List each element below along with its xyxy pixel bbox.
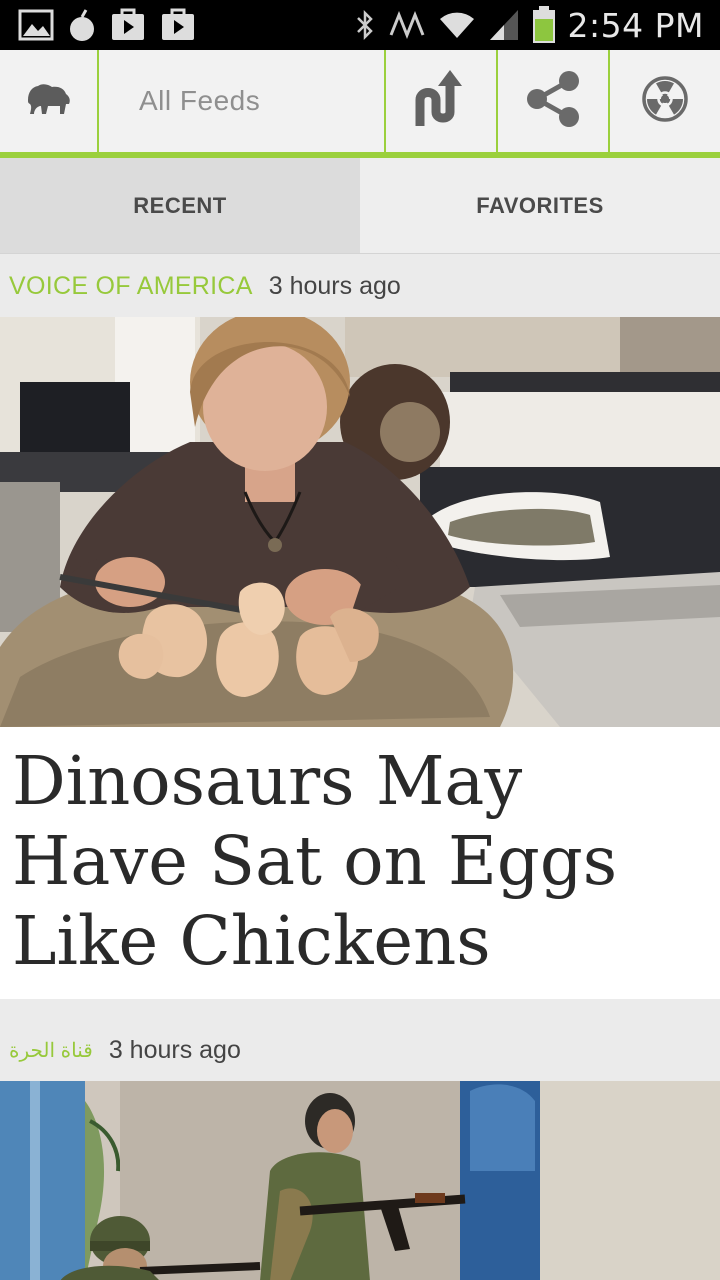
action-bar: All Feeds <box>0 50 720 159</box>
article-image[interactable] <box>0 317 720 727</box>
article-card[interactable]: قناة الحرة 3 hours ago <box>0 1019 720 1280</box>
article-time: 3 hours ago <box>108 1035 241 1064</box>
article-source[interactable]: VOICE OF AMERICA <box>9 272 253 301</box>
signal-icon <box>488 8 520 42</box>
article-feed: VOICE OF AMERICA 3 hours ago Dinosaurs M… <box>0 255 720 1280</box>
article-source[interactable]: قناة الحرة <box>9 1038 93 1063</box>
bomb-notification-icon <box>68 7 96 43</box>
radiation-icon <box>640 74 690 129</box>
play-store-notification-icon-2 <box>160 8 196 42</box>
trending-button[interactable] <box>386 50 498 152</box>
feed-selector[interactable]: All Feeds <box>99 50 386 152</box>
app-logo-button[interactable] <box>0 50 99 152</box>
article-card[interactable]: VOICE OF AMERICA 3 hours ago Dinosaurs M… <box>0 255 720 999</box>
article-meta: قناة الحرة 3 hours ago <box>0 1019 720 1081</box>
article-image[interactable] <box>0 1081 720 1280</box>
wifi-icon <box>438 10 476 40</box>
tab-recent[interactable]: RECENT <box>0 158 360 253</box>
radiation-button[interactable] <box>610 50 720 152</box>
trending-icon <box>412 68 470 135</box>
gallery-notification-icon <box>18 9 54 41</box>
article-meta: VOICE OF AMERICA 3 hours ago <box>0 255 720 317</box>
feed-selector-label: All Feeds <box>139 85 261 116</box>
article-title[interactable]: Dinosaurs May Have Sat on Eggs Like Chic… <box>12 741 708 981</box>
bison-icon <box>26 82 72 121</box>
bluetooth-icon <box>354 9 376 41</box>
share-button[interactable] <box>498 50 610 152</box>
play-store-notification-icon <box>110 8 146 42</box>
feed-divider <box>0 999 720 1019</box>
nfc-icon <box>388 11 426 39</box>
tab-favorites[interactable]: FAVORITES <box>360 158 720 253</box>
battery-icon <box>532 6 556 44</box>
status-bar: 2:54 PM <box>0 0 720 50</box>
tab-bar: RECENT FAVORITES <box>0 158 720 254</box>
article-time: 3 hours ago <box>268 271 401 300</box>
article-title-box[interactable]: Dinosaurs May Have Sat on Eggs Like Chic… <box>0 727 720 999</box>
share-icon <box>525 70 581 133</box>
clock: 2:54 PM <box>567 5 704 45</box>
